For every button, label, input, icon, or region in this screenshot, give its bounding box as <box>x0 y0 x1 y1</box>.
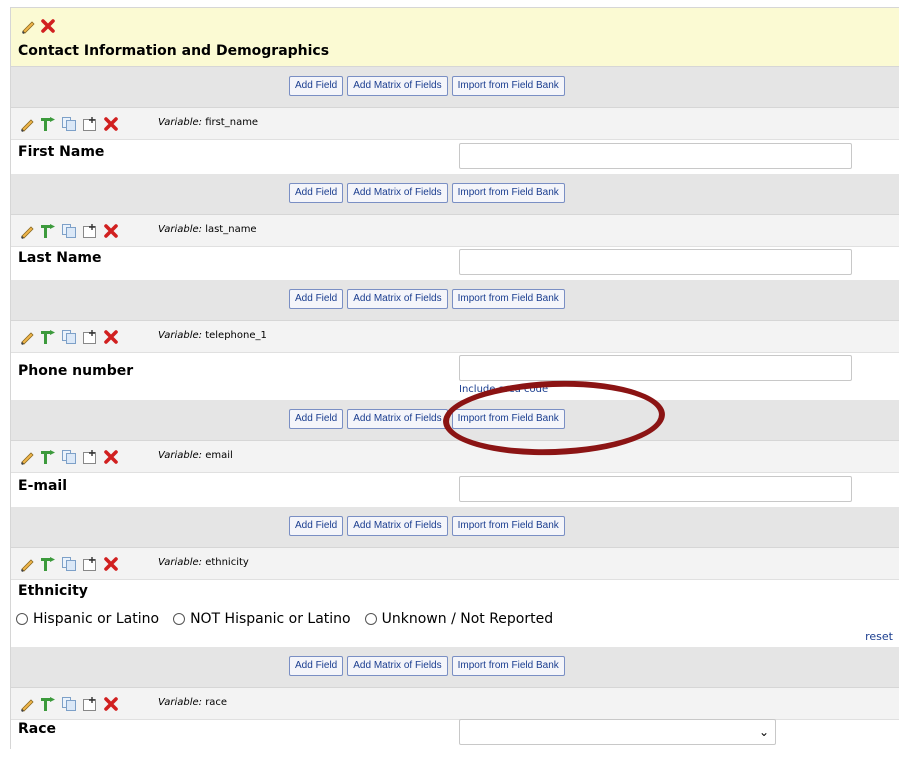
section-title: Contact Information and Demographics <box>18 43 330 59</box>
add-matrix-button[interactable]: Add Matrix of Fields <box>347 656 448 676</box>
add-field-button[interactable]: Add Field <box>289 183 344 203</box>
delete-icon[interactable] <box>103 696 119 712</box>
field-label: E-mail <box>18 478 68 494</box>
add-field-button[interactable]: Add Field <box>289 289 344 309</box>
field-ethnicity: Variable: ethnicity Ethnicity Hispanic o… <box>10 547 899 647</box>
field-label: Last Name <box>18 250 102 266</box>
field-telephone: Variable: telephone_1 Phone number Inclu… <box>10 320 899 400</box>
copy-icon[interactable] <box>61 449 77 465</box>
add-matrix-button[interactable]: Add Matrix of Fields <box>347 409 448 429</box>
import-field-bank-button[interactable]: Import from Field Bank <box>451 656 565 676</box>
field-label: First Name <box>18 144 105 160</box>
variable-info: Variable: last_name <box>158 224 257 235</box>
radio-option[interactable]: Hispanic or Latino <box>16 611 159 627</box>
add-matrix-button[interactable]: Add Matrix of Fields <box>347 289 448 309</box>
pencil-icon[interactable] <box>19 556 35 572</box>
pencil-icon[interactable] <box>19 329 35 345</box>
branching-logic-icon[interactable] <box>40 223 56 239</box>
variable-name: telephone_1 <box>205 330 267 341</box>
pencil-icon[interactable] <box>20 18 36 34</box>
field-last-name: Variable: last_name Last Name <box>10 214 899 280</box>
delete-icon[interactable] <box>103 556 119 572</box>
variable-name: last_name <box>205 224 257 235</box>
move-icon[interactable] <box>82 329 98 345</box>
import-field-bank-button[interactable]: Import from Field Bank <box>451 409 565 429</box>
copy-icon[interactable] <box>61 556 77 572</box>
pencil-icon[interactable] <box>19 696 35 712</box>
import-field-bank-button[interactable]: Import from Field Bank <box>451 516 565 536</box>
add-field-button[interactable]: Add Field <box>289 656 344 676</box>
import-field-bank-button[interactable]: Import from Field Bank <box>451 76 565 96</box>
variable-name: race <box>205 697 228 708</box>
field-label: Phone number <box>18 363 134 379</box>
phone-input[interactable] <box>459 355 852 381</box>
reset-link[interactable]: reset <box>865 630 893 643</box>
branching-logic-icon[interactable] <box>40 116 56 132</box>
add-field-bar: Add Field Add Matrix of Fields Import fr… <box>10 67 899 107</box>
field-label: Race <box>18 721 57 737</box>
add-matrix-button[interactable]: Add Matrix of Fields <box>347 76 448 96</box>
move-icon[interactable] <box>82 696 98 712</box>
delete-icon[interactable] <box>103 223 119 239</box>
move-icon[interactable] <box>82 556 98 572</box>
copy-icon[interactable] <box>61 329 77 345</box>
branching-logic-icon[interactable] <box>40 696 56 712</box>
radio-button[interactable] <box>173 613 186 625</box>
pencil-icon[interactable] <box>19 449 35 465</box>
variable-name: first_name <box>205 117 259 128</box>
radio-button[interactable] <box>16 613 28 625</box>
add-matrix-button[interactable]: Add Matrix of Fields <box>347 183 448 203</box>
variable-info: Variable: email <box>158 450 233 461</box>
field-race: Variable: race Race ⌄ <box>10 687 899 749</box>
last-name-input[interactable] <box>459 249 852 275</box>
delete-icon[interactable] <box>103 449 119 465</box>
add-field-bar: Add Field Add Matrix of Fields Import fr… <box>10 174 899 214</box>
import-field-bank-button[interactable]: Import from Field Bank <box>451 183 565 203</box>
branching-logic-icon[interactable] <box>40 449 56 465</box>
section-header: Contact Information and Demographics <box>10 7 899 67</box>
field-label: Ethnicity <box>18 583 88 599</box>
radio-group: Hispanic or Latino NOT Hispanic or Latin… <box>16 611 553 627</box>
field-first-name: Variable: first_name First Name <box>10 107 899 174</box>
branching-logic-icon[interactable] <box>40 556 56 572</box>
radio-option[interactable]: NOT Hispanic or Latino <box>173 611 351 627</box>
radio-button[interactable] <box>364 613 377 625</box>
variable-info: Variable: first_name <box>158 117 259 128</box>
copy-icon[interactable] <box>61 116 77 132</box>
delete-icon[interactable] <box>103 329 119 345</box>
variable-info: Variable: ethnicity <box>158 557 249 568</box>
add-field-button[interactable]: Add Field <box>289 409 344 429</box>
radio-option[interactable]: Unknown / Not Reported <box>364 611 553 627</box>
branching-logic-icon[interactable] <box>40 329 56 345</box>
add-field-bar: Add Field Add Matrix of Fields Import fr… <box>10 507 899 547</box>
move-icon[interactable] <box>82 116 98 132</box>
variable-info: Variable: race <box>158 697 228 708</box>
add-field-bar: Add Field Add Matrix of Fields Import fr… <box>10 647 899 687</box>
delete-icon[interactable] <box>40 18 56 34</box>
pencil-icon[interactable] <box>19 116 35 132</box>
section-icons <box>20 18 56 34</box>
add-field-button[interactable]: Add Field <box>289 516 344 536</box>
add-field-bar: Add Field Add Matrix of Fields Import fr… <box>10 400 899 440</box>
variable-name: ethnicity <box>205 557 249 568</box>
variable-name: email <box>205 450 233 461</box>
move-icon[interactable] <box>82 449 98 465</box>
field-note: Include area code <box>459 384 549 395</box>
copy-icon[interactable] <box>61 223 77 239</box>
variable-info: Variable: telephone_1 <box>158 330 267 341</box>
copy-icon[interactable] <box>61 696 77 712</box>
add-field-bar: Add Field Add Matrix of Fields Import fr… <box>10 280 899 320</box>
move-icon[interactable] <box>82 223 98 239</box>
add-field-button[interactable]: Add Field <box>289 76 344 96</box>
delete-icon[interactable] <box>103 116 119 132</box>
add-matrix-button[interactable]: Add Matrix of Fields <box>347 516 448 536</box>
email-input[interactable] <box>459 476 852 502</box>
race-select[interactable]: ⌄ <box>459 719 776 745</box>
chevron-down-icon: ⌄ <box>758 725 769 739</box>
import-field-bank-button[interactable]: Import from Field Bank <box>451 289 565 309</box>
first-name-input[interactable] <box>459 143 852 169</box>
pencil-icon[interactable] <box>19 223 35 239</box>
field-email: Variable: email E-mail <box>10 440 899 507</box>
